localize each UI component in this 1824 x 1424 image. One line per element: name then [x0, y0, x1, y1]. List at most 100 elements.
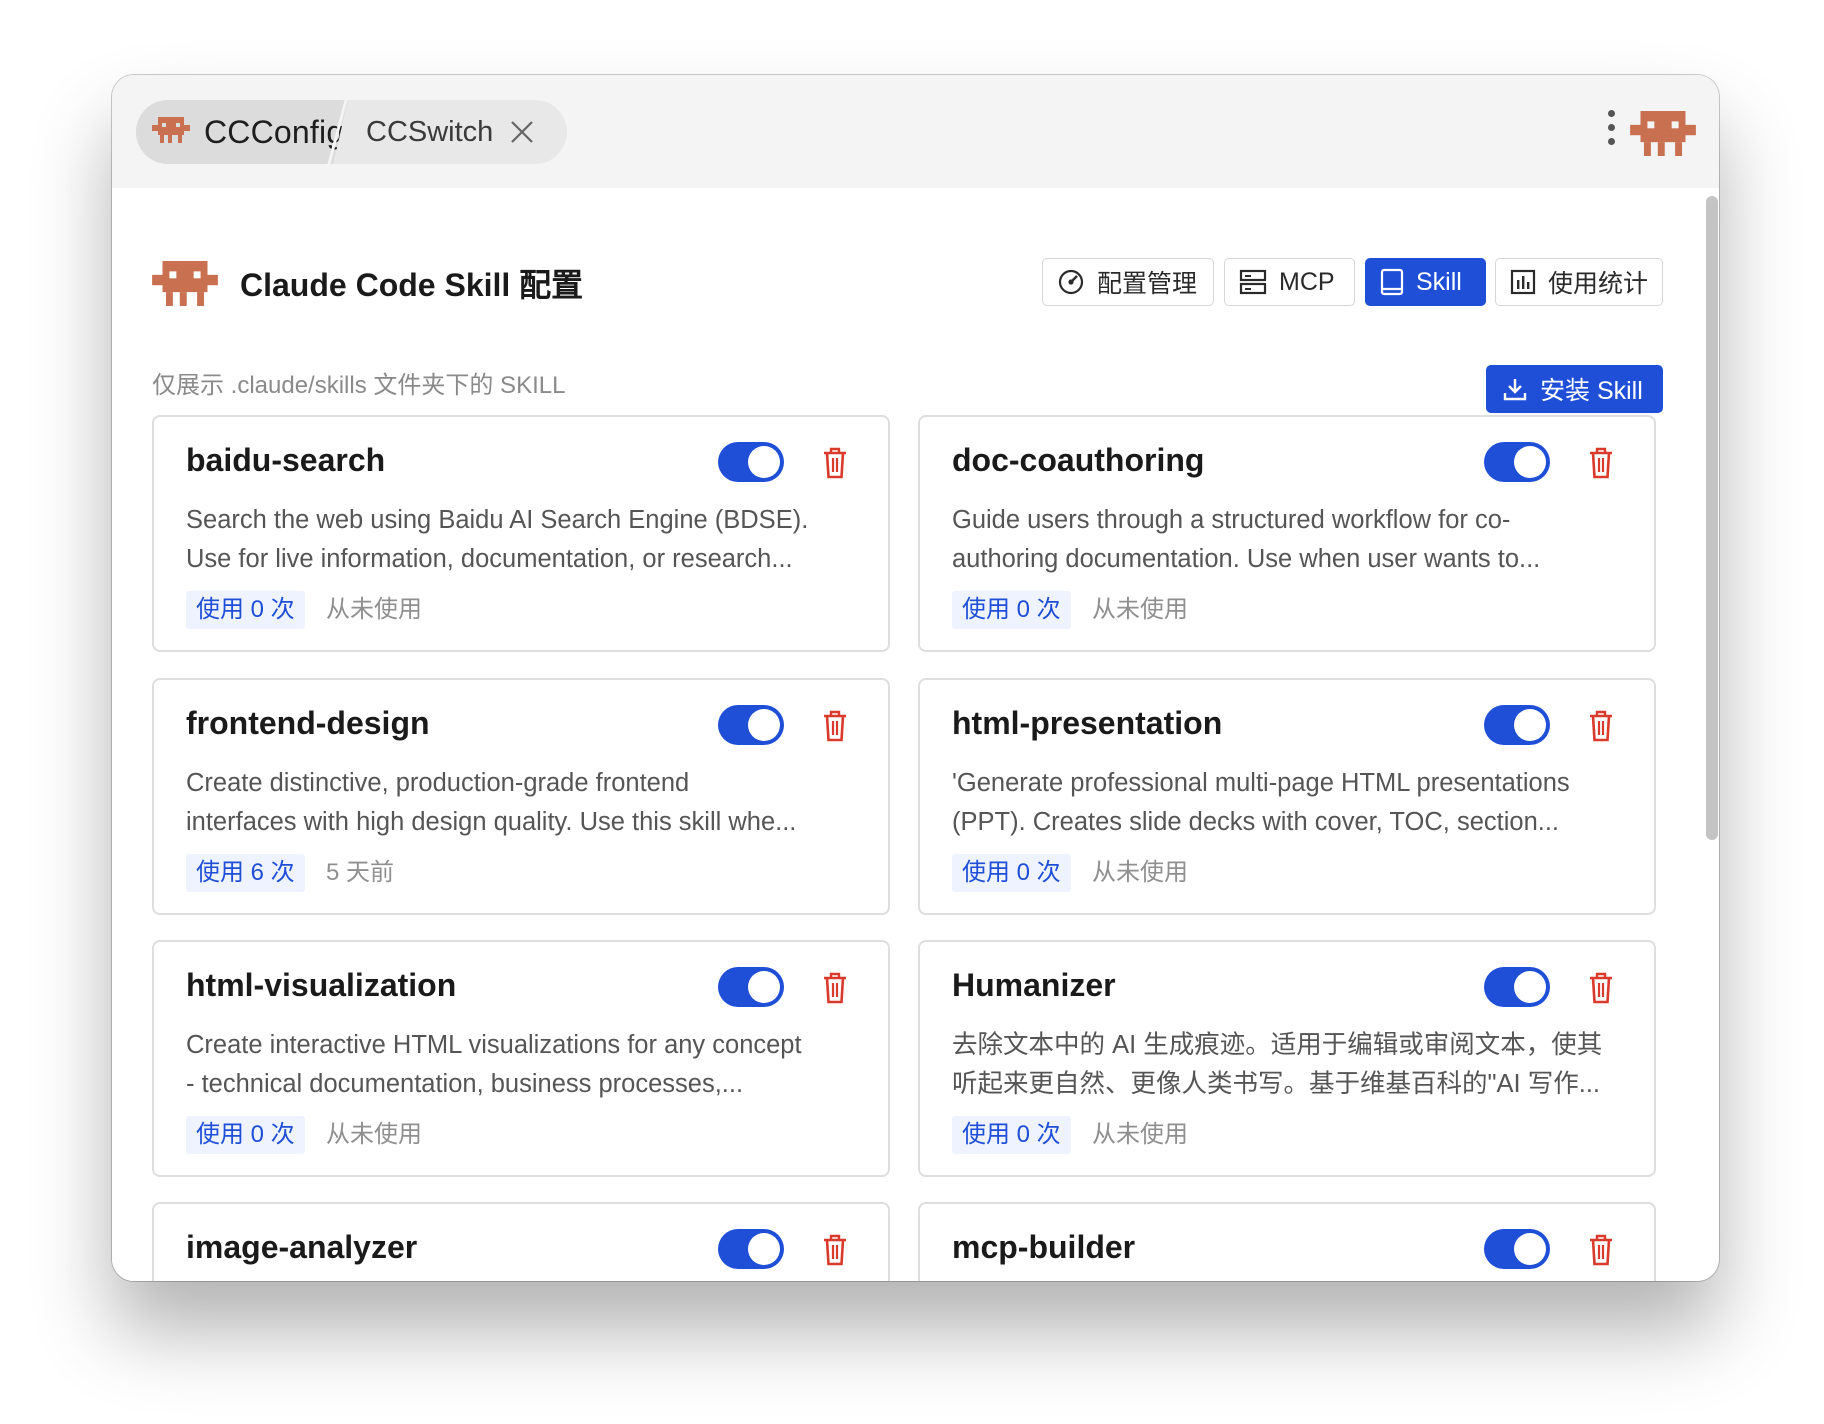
page-title: Claude Code Skill 配置: [240, 267, 584, 303]
title-bar: CCConfig CCSwitch: [112, 75, 1719, 188]
skill-enable-toggle[interactable]: [718, 1229, 784, 1269]
nav-label: 配置管理: [1097, 270, 1198, 298]
nav-label: MCP: [1279, 267, 1335, 296]
close-icon[interactable]: [509, 119, 535, 145]
description-line: authoring documentation. Use when user w…: [952, 545, 1541, 573]
description-line: - technical documentation, business proc…: [186, 1070, 744, 1098]
trash-icon[interactable]: [820, 709, 850, 743]
skill-description: Guide users through a structured workflo…: [952, 501, 1632, 579]
tab-ccswitch[interactable]: CCSwitch: [354, 100, 564, 164]
skill-enable-toggle[interactable]: [718, 967, 784, 1007]
skill-card[interactable]: baidu-search Search the web using Baidu A…: [152, 415, 890, 652]
skill-description: 去除文本中的 AI 生成痕迹。适用于编辑或审阅文本，使其 听起来更自然、更像人类书…: [952, 1026, 1632, 1104]
last-used-text: 从未使用: [1092, 859, 1188, 886]
install-skill-button[interactable]: 安装 Skill: [1486, 365, 1663, 413]
nav-mcp[interactable]: MCP: [1224, 258, 1355, 306]
trash-icon[interactable]: [1586, 709, 1616, 743]
trash-icon[interactable]: [820, 1233, 850, 1267]
toggle-knob: [1514, 446, 1546, 478]
book-icon: [1380, 268, 1404, 296]
gauge-icon: [1057, 268, 1085, 296]
description-line: Create distinctive, production-grade fro…: [186, 769, 690, 797]
trash-icon[interactable]: [820, 446, 850, 480]
skill-name: baidu-search: [186, 442, 386, 478]
scrollbar-thumb[interactable]: [1706, 196, 1718, 840]
server-icon: [1239, 269, 1267, 295]
last-used-text: 从未使用: [1092, 1121, 1188, 1148]
skill-name: html-visualization: [186, 967, 457, 1003]
skill-name: image-analyzer: [186, 1229, 418, 1265]
toggle-knob: [748, 1233, 780, 1265]
skill-name: doc-coauthoring: [952, 442, 1205, 478]
tab-bar: CCConfig CCSwitch: [136, 100, 567, 164]
toggle-knob: [748, 971, 780, 1003]
description-line: Search the web using Baidu AI Search Eng…: [186, 506, 809, 534]
skill-enable-toggle[interactable]: [1484, 1229, 1550, 1269]
description-line: Guide users through a structured workflo…: [952, 506, 1511, 534]
tab-label: CCSwitch: [366, 115, 494, 148]
toggle-knob: [1514, 1233, 1546, 1265]
description-line: 去除文本中的 AI 生成痕迹。适用于编辑或审阅文本，使其: [952, 1031, 1603, 1059]
usage-count-badge: 使用 0 次: [952, 1116, 1071, 1154]
nav-skill[interactable]: Skill: [1365, 258, 1486, 306]
skill-name: html-presentation: [952, 705, 1223, 741]
usage-count-badge: 使用 0 次: [952, 854, 1071, 892]
skill-enable-toggle[interactable]: [718, 442, 784, 482]
nav-label: 使用统计: [1548, 270, 1649, 298]
trash-icon[interactable]: [1586, 971, 1616, 1005]
description-line: interfaces with high design quality. Use…: [186, 808, 797, 836]
trash-icon[interactable]: [1586, 446, 1616, 480]
skill-name: mcp-builder: [952, 1229, 1136, 1265]
toggle-knob: [748, 709, 780, 741]
skill-name: frontend-design: [186, 705, 430, 741]
toggle-knob: [748, 446, 780, 478]
skill-card[interactable]: frontend-design Create distinctive, produ…: [152, 678, 890, 915]
last-used-text: 从未使用: [326, 596, 422, 623]
skill-card[interactable]: mcp-builder: [918, 1202, 1656, 1281]
toggle-knob: [1514, 709, 1546, 741]
skill-name: Humanizer: [952, 967, 1116, 1003]
skill-card[interactable]: html-presentation 'Generate professional …: [918, 678, 1656, 915]
mascot-icon: [1630, 111, 1696, 161]
trash-icon[interactable]: [1586, 1233, 1616, 1267]
skill-description: 'Generate professional multi-page HTML p…: [952, 764, 1632, 842]
tab-ccconfig[interactable]: CCConfig: [136, 100, 348, 164]
last-used-text: 从未使用: [1092, 596, 1188, 623]
usage-count-badge: 使用 0 次: [186, 591, 305, 629]
main-content: Claude Code Skill 配置 配置管理 MCP Skill 使用统计: [112, 188, 1719, 1281]
toggle-knob: [1514, 971, 1546, 1003]
last-used-text: 5 天前: [326, 859, 395, 886]
nav-label: Skill: [1416, 267, 1462, 296]
app-window: CCConfig CCSwitch Claude Code Skill 配置 配…: [112, 75, 1719, 1281]
skill-description: Create distinctive, production-grade fro…: [186, 764, 866, 842]
usage-count-badge: 使用 6 次: [186, 854, 305, 892]
download-icon: [1502, 376, 1528, 402]
skill-description: Search the web using Baidu AI Search Eng…: [186, 501, 866, 579]
bar-chart-icon: [1510, 269, 1536, 295]
skill-enable-toggle[interactable]: [1484, 967, 1550, 1007]
last-used-text: 从未使用: [326, 1121, 422, 1148]
description-line: 'Generate professional multi-page HTML p…: [952, 769, 1570, 797]
trash-icon[interactable]: [820, 971, 850, 1005]
more-menu-icon[interactable]: [1604, 110, 1618, 152]
skill-card[interactable]: Humanizer 去除文本中的 AI 生成痕迹。适用于编辑或审阅文本，使其 听起来…: [918, 940, 1656, 1177]
skill-description: Create interactive HTML visualizations f…: [186, 1026, 866, 1104]
usage-count-badge: 使用 0 次: [952, 591, 1071, 629]
skill-card[interactable]: image-analyzer: [152, 1202, 890, 1281]
description-line: 听起来更自然、更像人类书写。基于维基百科的"AI 写作...: [952, 1070, 1600, 1098]
description-line: Create interactive HTML visualizations f…: [186, 1031, 802, 1059]
skill-card[interactable]: doc-coauthoring Guide users through a str…: [918, 415, 1656, 652]
tab-label: CCConfig: [204, 113, 345, 150]
skill-enable-toggle[interactable]: [718, 705, 784, 745]
skill-card[interactable]: html-visualization Create interactive HTM…: [152, 940, 890, 1177]
mascot-icon: [152, 261, 218, 311]
page-subtitle: 仅展示 .claude/skills 文件夹下的 SKILL: [152, 372, 566, 399]
skill-enable-toggle[interactable]: [1484, 705, 1550, 745]
skill-enable-toggle[interactable]: [1484, 442, 1550, 482]
description-line: Use for live information, documentation,…: [186, 545, 793, 573]
nav-config-management[interactable]: 配置管理: [1042, 258, 1214, 306]
nav-usage-stats[interactable]: 使用统计: [1495, 258, 1663, 306]
usage-count-badge: 使用 0 次: [186, 1116, 305, 1154]
install-skill-label: 安装 Skill: [1540, 377, 1643, 405]
description-line: (PPT). Creates slide decks with cover, T…: [952, 808, 1560, 836]
